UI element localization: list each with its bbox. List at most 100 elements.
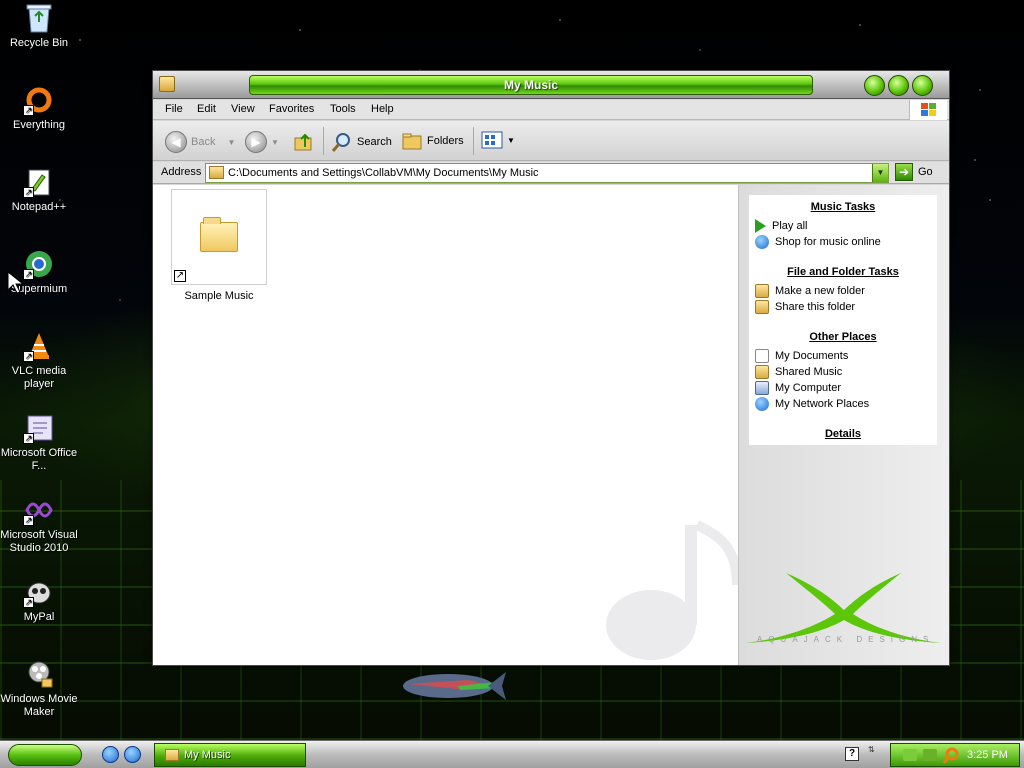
tray-search-icon[interactable] (943, 747, 959, 765)
shortcut-arrow-icon: ↗ (23, 105, 34, 116)
play-icon (755, 219, 766, 233)
browser-quicklaunch-icon[interactable] (124, 746, 141, 763)
taskbar-button-my-music[interactable]: My Music (154, 743, 306, 767)
menu-help[interactable]: Help (371, 103, 394, 115)
desktop-icon-vlc[interactable]: ↗ VLC media player (0, 330, 78, 391)
file-item-sample-music[interactable]: ↗ Sample Music (171, 189, 267, 302)
fish-wallpaper-icon (403, 672, 506, 700)
shortcut-arrow-icon: ↗ (23, 433, 34, 444)
toolbar: ◀ Back ▼ ▶ ▼ Search Folders ▼ (153, 121, 949, 161)
explorer-window[interactable]: My Music File Edit View Favorites Tools … (152, 70, 950, 666)
tray-network-icon[interactable] (903, 749, 917, 761)
music-note-watermark-icon (606, 520, 742, 660)
search-icon (331, 133, 350, 152)
link-share-folder[interactable]: Share this folder (755, 300, 855, 314)
toolbar-separator (473, 127, 474, 155)
menu-favorites[interactable]: Favorites (269, 103, 314, 115)
folders-button[interactable]: Folders (401, 131, 464, 151)
taskbar-button-label: My Music (184, 749, 231, 761)
vlc-icon: ↗ (23, 330, 55, 362)
desktop-icon-recycle-bin[interactable]: Recycle Bin (0, 2, 78, 50)
office-icon: ↗ (23, 412, 55, 444)
desktop-icon-visual-studio[interactable]: ↗ Microsoft Visual Studio 2010 (0, 494, 78, 555)
link-my-documents[interactable]: My Documents (755, 349, 848, 363)
link-label: Play all (772, 220, 808, 232)
minimize-button[interactable] (864, 75, 885, 96)
shortcut-arrow-icon: ↗ (23, 187, 34, 198)
computer-icon (755, 381, 769, 395)
notepad-icon: ↗ (23, 166, 55, 198)
link-make-new-folder[interactable]: Make a new folder (755, 284, 865, 298)
globe-icon (755, 235, 769, 249)
address-input[interactable]: C:\Documents and Settings\CollabVM\My Do… (205, 163, 889, 183)
back-label: Back (191, 136, 216, 148)
desktop-icon-label: VLC media player (11, 365, 67, 390)
desktop-icon-everything[interactable]: ↗ Everything (0, 84, 78, 132)
link-play-all[interactable]: Play all (755, 219, 807, 233)
menu-edit[interactable]: Edit (197, 103, 216, 115)
tray-expand-icon[interactable]: ⇅ (868, 745, 875, 754)
chevron-down-icon: ▼ (271, 137, 279, 147)
menu-file[interactable]: File (165, 103, 183, 115)
desktop-icon-notepad[interactable]: ↗ Notepad++ (0, 166, 78, 214)
shortcut-arrow-icon: ↗ (23, 515, 34, 526)
forward-button[interactable]: ▶ ▼ (245, 131, 279, 153)
link-label: Make a new folder (775, 285, 865, 297)
taskbar: My Music ? ⇅ 3:25 PM (0, 740, 1024, 768)
shortcut-arrow-icon: ↗ (174, 270, 186, 282)
folder-icon (209, 166, 224, 179)
address-value: C:\Documents and Settings\CollabVM\My Do… (228, 167, 539, 179)
views-button[interactable]: ▼ (481, 131, 515, 149)
link-shop-music-online[interactable]: Shop for music online (755, 235, 881, 249)
clock[interactable]: 3:25 PM (967, 749, 1008, 761)
system-tray: 3:25 PM (890, 743, 1020, 767)
toolbar-separator (323, 127, 324, 155)
link-label: Shop for music online (775, 236, 881, 248)
search-button[interactable]: Search (331, 131, 392, 153)
link-shared-music[interactable]: Shared Music (755, 365, 842, 379)
go-label: Go (918, 166, 933, 178)
link-label: My Computer (775, 382, 842, 394)
file-thumbnail: ↗ (171, 189, 267, 285)
internet-explorer-icon[interactable] (102, 746, 119, 763)
maximize-button[interactable] (888, 75, 909, 96)
desktop-icon-label: Windows Movie Maker (0, 693, 78, 718)
section-other-places[interactable]: Other Places (749, 331, 937, 343)
file-name: Sample Music (184, 290, 254, 302)
desktop-icon-label: MyPal (23, 611, 55, 623)
address-bar: Address C:\Documents and Settings\Collab… (153, 162, 949, 184)
tray-volume-icon[interactable] (923, 749, 937, 761)
desktop-icon-mypal[interactable]: ↗ MyPal (0, 576, 78, 624)
desktop-icon-office[interactable]: ↗ Microsoft Office F... (0, 412, 78, 473)
section-details[interactable]: Details (749, 428, 937, 440)
views-grid-icon (481, 131, 503, 149)
go-button[interactable]: ➔ Go (895, 163, 933, 181)
movie-maker-icon (23, 658, 55, 690)
shortcut-arrow-icon: ↗ (23, 351, 34, 362)
visual-studio-icon: ↗ (23, 494, 55, 526)
link-label: My Network Places (775, 398, 870, 410)
address-label: Address (161, 166, 202, 178)
desktop-icon-label: Everything (13, 119, 65, 131)
section-file-folder-tasks[interactable]: File and Folder Tasks (749, 266, 937, 278)
folders-label: Folders (427, 135, 464, 147)
up-folder-button[interactable] (293, 131, 315, 153)
menu-tools[interactable]: Tools (330, 103, 356, 115)
link-my-computer[interactable]: My Computer (755, 381, 841, 395)
documents-icon (755, 349, 769, 363)
go-arrow-icon: ➔ (895, 163, 913, 181)
section-music-tasks[interactable]: Music Tasks (749, 201, 937, 213)
file-list-pane[interactable]: ↗ Sample Music (153, 185, 742, 665)
back-button[interactable]: ◀ Back ▼ (165, 131, 235, 153)
shortcut-arrow-icon: ↗ (23, 269, 34, 280)
menu-view[interactable]: View (231, 103, 255, 115)
address-dropdown-button[interactable]: ▼ (872, 164, 888, 182)
close-button[interactable] (912, 75, 933, 96)
folder-icon (200, 217, 238, 252)
link-my-network-places[interactable]: My Network Places (755, 397, 869, 411)
help-icon[interactable]: ? (845, 747, 859, 761)
title-bar[interactable]: My Music (153, 71, 949, 99)
network-globe-icon (755, 397, 769, 411)
start-button[interactable] (8, 744, 82, 766)
desktop-icon-movie-maker[interactable]: Windows Movie Maker (0, 658, 78, 719)
